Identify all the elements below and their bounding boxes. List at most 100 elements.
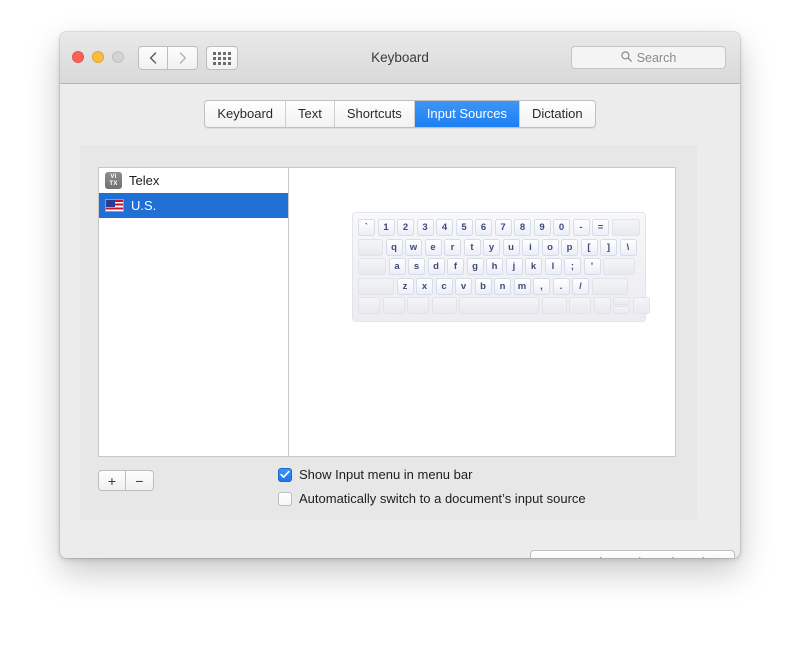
key-3: 3 — [416, 219, 434, 236]
remove-input-source-button[interactable]: − — [126, 470, 154, 491]
key-j: j — [505, 258, 523, 275]
key-arrow-up — [613, 297, 630, 305]
telex-badge-icon: VI TX — [105, 172, 122, 189]
key-return — [603, 258, 635, 275]
key-control — [382, 297, 405, 314]
key-8: 8 — [514, 219, 531, 236]
tab-dictation[interactable]: Dictation — [519, 101, 595, 127]
key-m: m — [513, 277, 531, 295]
key-bracket-right: ] — [600, 238, 617, 256]
input-sources-listbox: VI TX Telex U.S. ` 1 2 3 4 5 6 7 8 9 0 -… — [98, 167, 676, 457]
add-input-source-button[interactable]: + — [98, 470, 126, 491]
list-item-label: U.S. — [131, 198, 157, 213]
key-s: s — [408, 258, 425, 275]
key-minus: - — [572, 219, 590, 236]
key-semicolon: ; — [564, 258, 581, 275]
tab-text[interactable]: Text — [285, 101, 334, 127]
key-command-left — [431, 297, 457, 314]
key-h: h — [486, 258, 503, 275]
search-field[interactable]: Search — [571, 46, 726, 69]
key-5: 5 — [455, 219, 473, 236]
key-q: q — [385, 238, 403, 256]
key-slash: / — [572, 277, 589, 295]
search-icon — [620, 49, 632, 67]
list-item-telex[interactable]: VI TX Telex — [99, 168, 288, 193]
checkbox-row-show-input-menu[interactable]: Show Input menu in menu bar — [278, 464, 586, 485]
key-quote: ' — [583, 258, 601, 275]
key-x: x — [416, 277, 433, 295]
set-up-bluetooth-keyboard-button[interactable]: Set Up Bluetooth Keyboard… — [530, 550, 735, 558]
key-z: z — [396, 277, 414, 295]
key-bracket-left: [ — [580, 238, 598, 256]
key-1: 1 — [377, 219, 395, 236]
key-v: v — [455, 277, 472, 295]
key-i: i — [522, 238, 539, 256]
key-delete — [611, 219, 640, 236]
key-backtick: ` — [358, 219, 375, 236]
tab-bar-wrapper: Keyboard Text Shortcuts Input Sources Di… — [60, 100, 740, 128]
key-arrow-left — [593, 297, 611, 314]
key-caps-lock — [358, 258, 386, 275]
key-t: t — [463, 238, 481, 256]
input-sources-panel: VI TX Telex U.S. ` 1 2 3 4 5 6 7 8 9 0 -… — [80, 145, 697, 520]
tab-input-sources[interactable]: Input Sources — [413, 101, 520, 127]
checkbox-auto-switch[interactable] — [278, 491, 292, 506]
keyboard-row-number: ` 1 2 3 4 5 6 7 8 9 0 - = — [358, 219, 640, 236]
checkbox-label: Automatically switch to a document’s inp… — [299, 491, 586, 506]
key-equals: = — [592, 219, 609, 236]
key-k: k — [525, 258, 542, 275]
key-n: n — [494, 277, 511, 295]
tab-bar: Keyboard Text Shortcuts Input Sources Di… — [204, 100, 596, 128]
key-shift-left — [358, 277, 394, 295]
key-comma: , — [533, 277, 550, 295]
key-2: 2 — [397, 219, 414, 236]
key-r: r — [444, 238, 461, 256]
checkbox-row-auto-switch[interactable]: Automatically switch to a document’s inp… — [278, 488, 586, 509]
key-6: 6 — [475, 219, 492, 236]
tab-keyboard[interactable]: Keyboard — [205, 101, 286, 127]
key-arrow-down — [613, 306, 630, 314]
key-o: o — [541, 238, 559, 256]
options-checkbox-group: Show Input menu in menu bar Automaticall… — [278, 464, 586, 512]
key-l: l — [544, 258, 562, 275]
key-option-left — [407, 297, 429, 314]
search-placeholder: Search — [636, 50, 677, 65]
key-e: e — [424, 238, 442, 256]
key-b: b — [474, 277, 492, 295]
key-space — [459, 297, 539, 314]
flag-canton — [106, 200, 115, 208]
key-c: c — [435, 277, 453, 295]
key-d: d — [427, 258, 445, 275]
window-titlebar: Keyboard Search — [60, 32, 740, 84]
keyboard-row-modifiers — [358, 297, 650, 314]
key-y: y — [483, 238, 500, 256]
screenshot-root: Keyboard Search Keyboard Text Shortcuts … — [0, 0, 800, 652]
keyboard-layout-preview: ` 1 2 3 4 5 6 7 8 9 0 - = q w e r t y u … — [289, 168, 675, 456]
keyboard-row-bottom: z x c v b n m , . / — [358, 277, 640, 295]
system-preferences-window: Keyboard Search Keyboard Text Shortcuts … — [60, 32, 740, 558]
checkbox-show-input-menu[interactable] — [278, 467, 292, 482]
us-flag-icon — [105, 199, 124, 212]
key-shift-right — [591, 277, 628, 295]
tab-shortcuts[interactable]: Shortcuts — [333, 101, 414, 127]
telex-icon-line1: VI — [110, 173, 117, 180]
key-7: 7 — [494, 219, 512, 236]
key-0: 0 — [553, 219, 570, 236]
key-fn — [358, 297, 380, 314]
key-backslash: \ — [619, 238, 637, 256]
telex-icon-line2: TX — [109, 180, 118, 187]
keyboard-row-home: a s d f g h j k l ; ' — [358, 258, 640, 275]
list-item-us[interactable]: U.S. — [99, 193, 288, 218]
key-w: w — [405, 238, 422, 256]
key-4: 4 — [436, 219, 453, 236]
input-sources-list: VI TX Telex U.S. — [99, 168, 288, 218]
key-f: f — [447, 258, 464, 275]
list-item-label: Telex — [129, 173, 160, 188]
key-9: 9 — [533, 219, 551, 236]
key-command-right — [541, 297, 567, 314]
key-period: . — [552, 277, 570, 295]
key-p: p — [561, 238, 578, 256]
arrow-key-stack — [613, 297, 630, 314]
key-a: a — [388, 258, 406, 275]
key-u: u — [502, 238, 520, 256]
